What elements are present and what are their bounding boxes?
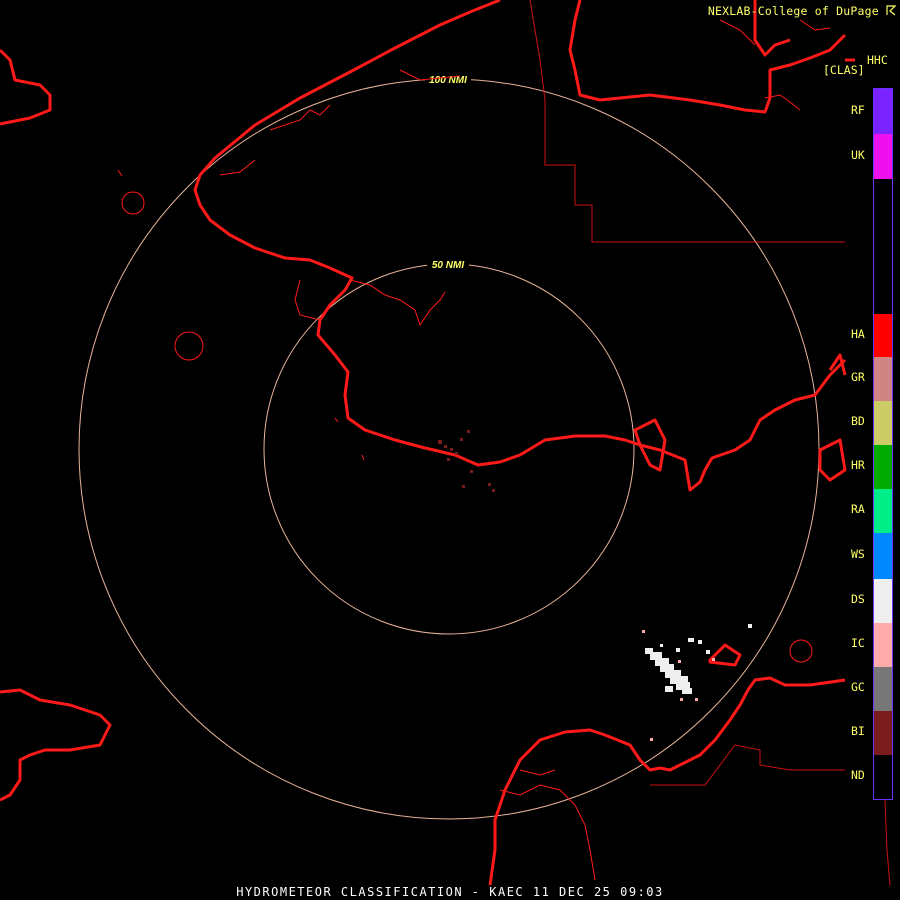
legend-swatch-ra [874, 489, 892, 533]
legend-swatch-rf [874, 89, 892, 134]
legend-swatch-bd [874, 401, 892, 445]
legend-swatch-uk [874, 134, 892, 179]
credit-text: NEXLAB-College of DuPage [707, 4, 897, 18]
legend-color-bar [873, 88, 893, 800]
range-ring-100nmi [78, 78, 820, 820]
legend-label-ic: IC [851, 636, 865, 650]
product-type: [CLAS] [823, 63, 865, 77]
radar-display: 100 NMI 50 NMI NEXLAB-College of DuPage … [0, 0, 900, 900]
range-ring-label-100nmi: 100 NMI [429, 75, 467, 86]
legend-swatch-ds [874, 579, 892, 623]
credit-label: NEXLAB-College of DuPage [707, 4, 879, 18]
coastlines [0, 0, 855, 886]
legend-label-bi: BI [851, 724, 865, 738]
legend-swatch-ws [874, 533, 892, 579]
legend-swatch-ic [874, 623, 892, 667]
legend-label-gr: GR [851, 370, 865, 384]
legend-label-nd: ND [851, 768, 865, 782]
legend-label-hr: HR [851, 458, 865, 472]
legend-swatch-bi [874, 711, 892, 755]
legend-label-rf: RF [851, 102, 865, 117]
legend-label-ha: HA [851, 326, 865, 341]
legend-label-uk: UK [851, 147, 865, 162]
range-ring-label-50nmi: 50 NMI [432, 260, 464, 271]
legend-label-ra: RA [851, 502, 865, 516]
legend-swatch-ha [874, 314, 892, 357]
legend-swatch-gc [874, 667, 892, 711]
legend-swatch-hr [874, 445, 892, 489]
product-caption: HYDROMETEOR CLASSIFICATION - KAEC 11 DEC… [236, 885, 664, 899]
legend-label-bd: BD [851, 414, 865, 428]
legend-label-ds: DS [851, 592, 865, 606]
legend-swatch-gr [874, 357, 892, 401]
product-code: HHC [867, 53, 888, 67]
legend-label-ws: WS [851, 547, 865, 561]
nexlab-logo-icon [886, 5, 897, 16]
legend-swatch-nd [874, 755, 892, 799]
radar-map: 100 NMI 50 NMI [0, 0, 891, 886]
legend-label-gc: GC [851, 680, 865, 694]
